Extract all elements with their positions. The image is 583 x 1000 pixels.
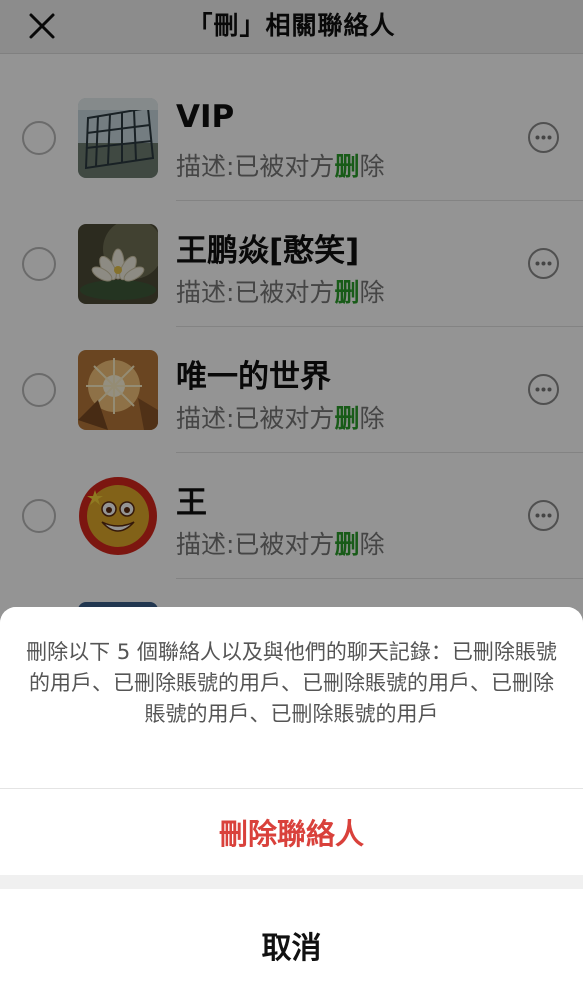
delete-contacts-button[interactable]: 刪除聯絡人 bbox=[0, 789, 583, 875]
confirm-message: 刪除以下 5 個聯絡人以及與他們的聊天記錄：已刪除賬號的用戶、已刪除賬號的用戶、… bbox=[26, 640, 557, 726]
action-sheet: 刪除以下 5 個聯絡人以及與他們的聊天記錄：已刪除賬號的用戶、已刪除賬號的用戶、… bbox=[0, 607, 583, 1000]
cancel-button[interactable]: 取消 bbox=[0, 889, 583, 1000]
action-sheet-panel: 刪除以下 5 個聯絡人以及與他們的聊天記錄：已刪除賬號的用戶、已刪除賬號的用戶、… bbox=[0, 607, 583, 875]
